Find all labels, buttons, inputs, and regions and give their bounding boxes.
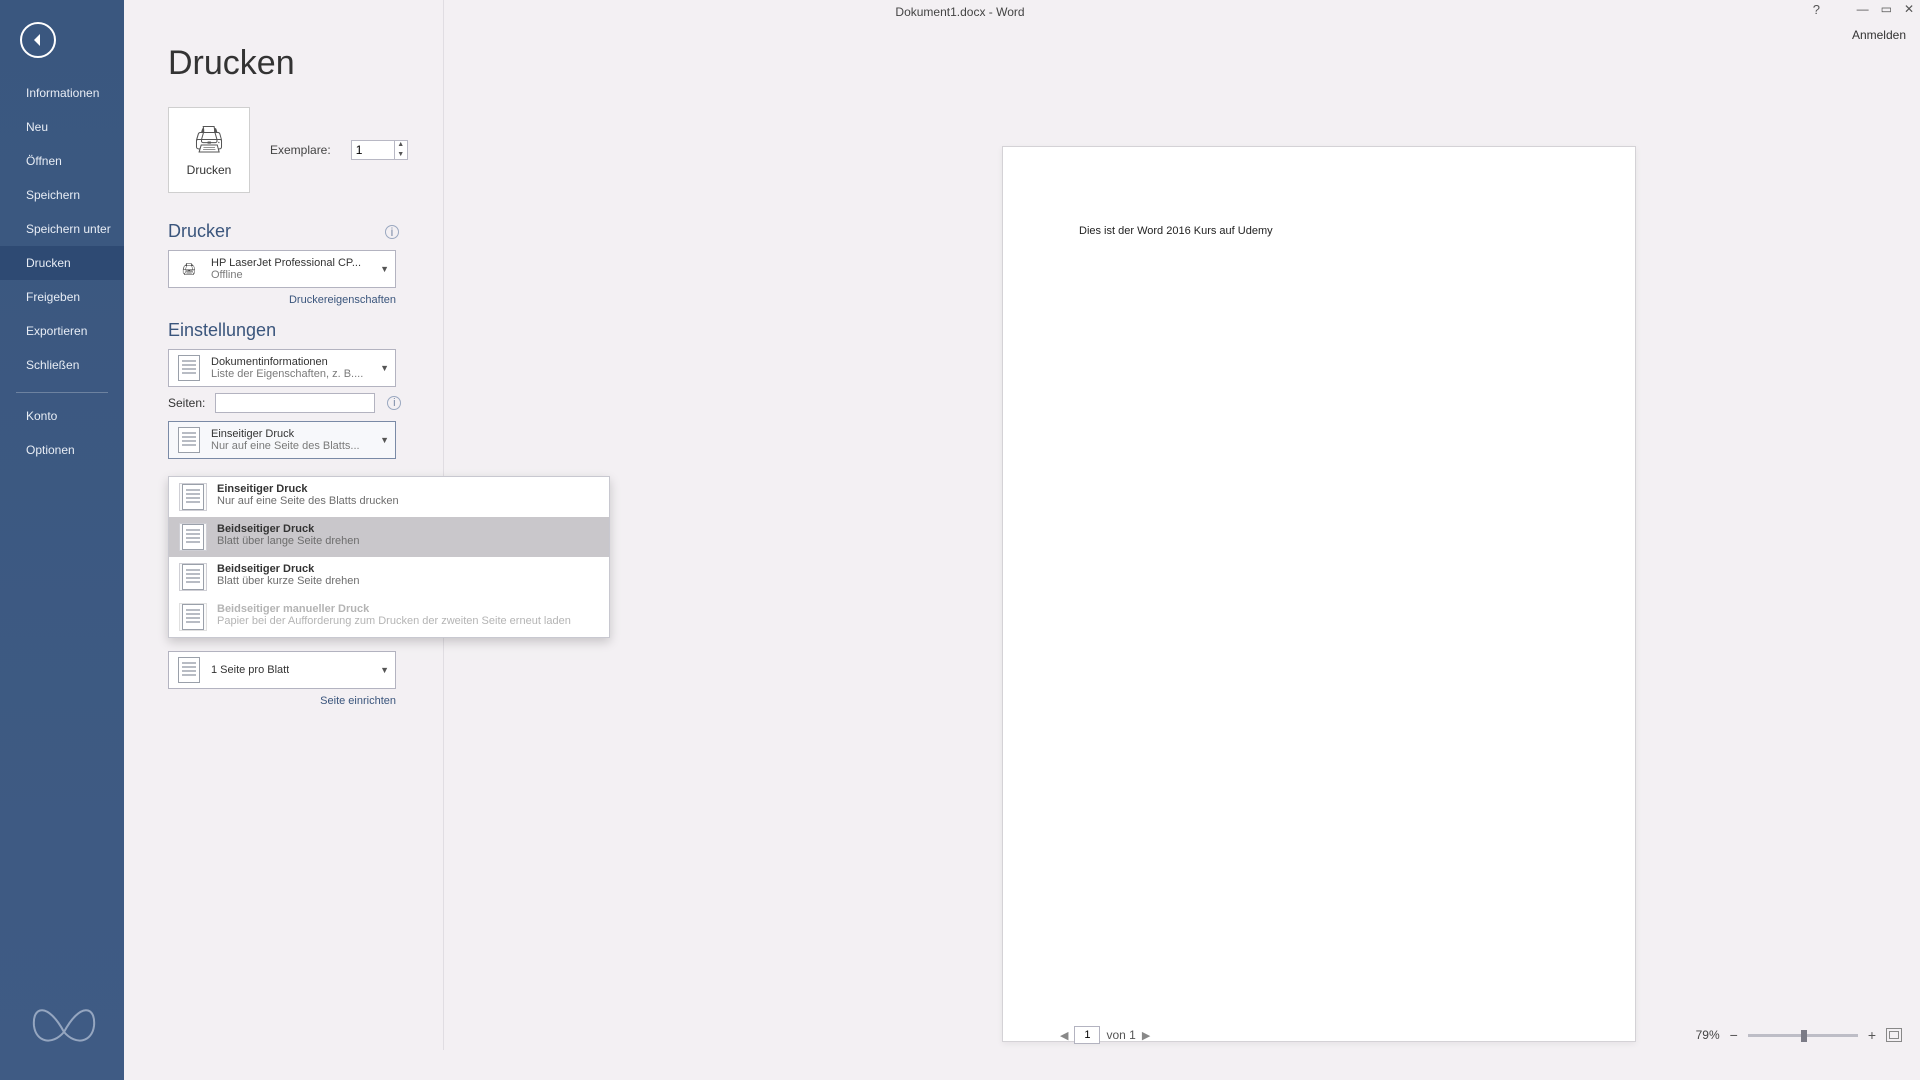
duplex-option-title: Beidseitiger Druck — [217, 563, 359, 575]
nav-item-öffnen[interactable]: Öffnen — [0, 144, 124, 178]
chevron-down-icon: ▼ — [380, 264, 389, 274]
print-button-label: Drucken — [187, 163, 232, 177]
copies-spinner[interactable]: ▲ ▼ — [351, 140, 408, 160]
document-info-icon — [175, 354, 203, 382]
zoom-in-button[interactable]: + — [1868, 1027, 1876, 1043]
zoom-slider-thumb[interactable] — [1801, 1030, 1807, 1042]
spinner-up-icon[interactable]: ▲ — [395, 140, 407, 150]
printer-dropdown[interactable]: 🖨 HP LaserJet Professional CP... Offline… — [168, 250, 396, 288]
pages-info-icon[interactable]: i — [387, 396, 401, 410]
zoom-controls: 79% − + — [1696, 1027, 1902, 1043]
page-title: Drucken — [168, 44, 443, 83]
current-page-input[interactable] — [1074, 1026, 1100, 1044]
print-block: 🖨 Drucken Exemplare: ▲ ▼ — [168, 107, 443, 193]
zoom-out-button[interactable]: − — [1730, 1027, 1738, 1043]
duplex-dropdown[interactable]: Einseitiger Druck Nur auf eine Seite des… — [168, 421, 396, 459]
nav-separator — [16, 392, 108, 393]
pages-row: Seiten: i — [168, 393, 443, 413]
preview-statusbar: ◀ von 1 ▶ 79% − + — [1020, 1020, 1920, 1050]
print-button[interactable]: 🖨 Drucken — [168, 107, 250, 193]
settings-section-header: Einstellungen — [168, 320, 443, 341]
butterfly-logo-icon — [28, 992, 100, 1056]
chevron-down-icon: ▼ — [380, 435, 389, 445]
page-icon — [179, 603, 207, 631]
duplex-flyout: Einseitiger DruckNur auf eine Seite des … — [168, 476, 610, 638]
chevron-down-icon: ▼ — [380, 665, 389, 675]
nav-item-optionen[interactable]: Optionen — [0, 433, 124, 467]
back-button[interactable] — [20, 22, 56, 58]
document-preview-text: Dies ist der Word 2016 Kurs auf Udemy — [1079, 225, 1273, 237]
nav-item-konto[interactable]: Konto — [0, 399, 124, 433]
duplex-option-title: Beidseitiger manueller Druck — [217, 603, 571, 615]
prev-page-icon[interactable]: ◀ — [1060, 1029, 1068, 1042]
nav-item-exportieren[interactable]: Exportieren — [0, 314, 124, 348]
duplex-option-sub: Nur auf eine Seite des Blatts drucken — [217, 495, 399, 507]
printer-properties-link[interactable]: Druckereigenschaften — [168, 294, 396, 306]
backstage-sidebar: InformationenNeuÖffnenSpeichernSpeichern… — [0, 0, 124, 1080]
spinner-down-icon[interactable]: ▼ — [395, 150, 407, 160]
single-page-icon — [175, 426, 203, 454]
duplex-option-title: Beidseitiger Druck — [217, 523, 360, 535]
duplex-option-0[interactable]: Einseitiger DruckNur auf eine Seite des … — [169, 477, 609, 517]
nav-item-speichern[interactable]: Speichern — [0, 178, 124, 212]
page-preview: Dies ist der Word 2016 Kurs auf Udemy — [1002, 146, 1636, 1042]
duplex-option-3: Beidseitiger manueller DruckPapier bei d… — [169, 597, 609, 637]
nav-item-speichern-unter[interactable]: Speichern unter — [0, 212, 124, 246]
zoom-slider[interactable] — [1748, 1034, 1858, 1037]
page-navigator: ◀ von 1 ▶ — [1060, 1026, 1150, 1044]
page-setup-link[interactable]: Seite einrichten — [168, 695, 396, 707]
printer-section-header: Drucker i — [168, 221, 443, 242]
page-layout-icon — [175, 656, 203, 684]
nav-item-informationen[interactable]: Informationen — [0, 76, 124, 110]
pages-per-sheet-dropdown[interactable]: 1 Seite pro Blatt ▼ — [168, 651, 396, 689]
printer-status: Offline — [211, 269, 361, 281]
page-icon — [179, 563, 207, 591]
nav-item-schließen[interactable]: Schließen — [0, 348, 124, 382]
next-page-icon[interactable]: ▶ — [1142, 1029, 1150, 1042]
nav-item-drucken[interactable]: Drucken — [0, 246, 124, 280]
preview-area: Dies ist der Word 2016 Kurs auf Udemy ◀ … — [572, 0, 1920, 1050]
printer-name: HP LaserJet Professional CP... — [211, 257, 361, 269]
printer-info-icon[interactable]: i — [385, 225, 399, 239]
print-what-dropdown[interactable]: Dokumentinformationen Liste der Eigensch… — [168, 349, 396, 387]
nav-item-freigeben[interactable]: Freigeben — [0, 280, 124, 314]
duplex-option-sub: Blatt über kurze Seite drehen — [217, 575, 359, 587]
copies-label: Exemplare: — [270, 143, 331, 157]
duplex-option-1[interactable]: Beidseitiger DruckBlatt über lange Seite… — [169, 517, 609, 557]
copies-input[interactable] — [352, 143, 394, 157]
duplex-option-title: Einseitiger Druck — [217, 483, 399, 495]
page-icon — [179, 483, 207, 511]
zoom-fit-button[interactable] — [1886, 1028, 1902, 1042]
chevron-down-icon: ▼ — [380, 363, 389, 373]
arrow-left-icon — [30, 32, 46, 48]
pages-input[interactable] — [215, 393, 375, 413]
duplex-option-sub: Blatt über lange Seite drehen — [217, 535, 360, 547]
printer-status-icon: 🖨 — [175, 255, 203, 283]
nav-item-neu[interactable]: Neu — [0, 110, 124, 144]
zoom-value: 79% — [1696, 1028, 1720, 1042]
page-icon — [179, 523, 207, 551]
pages-label: Seiten: — [168, 396, 205, 410]
printer-icon: 🖨 — [192, 124, 225, 155]
duplex-option-sub: Papier bei der Aufforderung zum Drucken … — [217, 615, 571, 627]
duplex-option-2[interactable]: Beidseitiger DruckBlatt über kurze Seite… — [169, 557, 609, 597]
page-total-label: von 1 — [1106, 1028, 1135, 1042]
